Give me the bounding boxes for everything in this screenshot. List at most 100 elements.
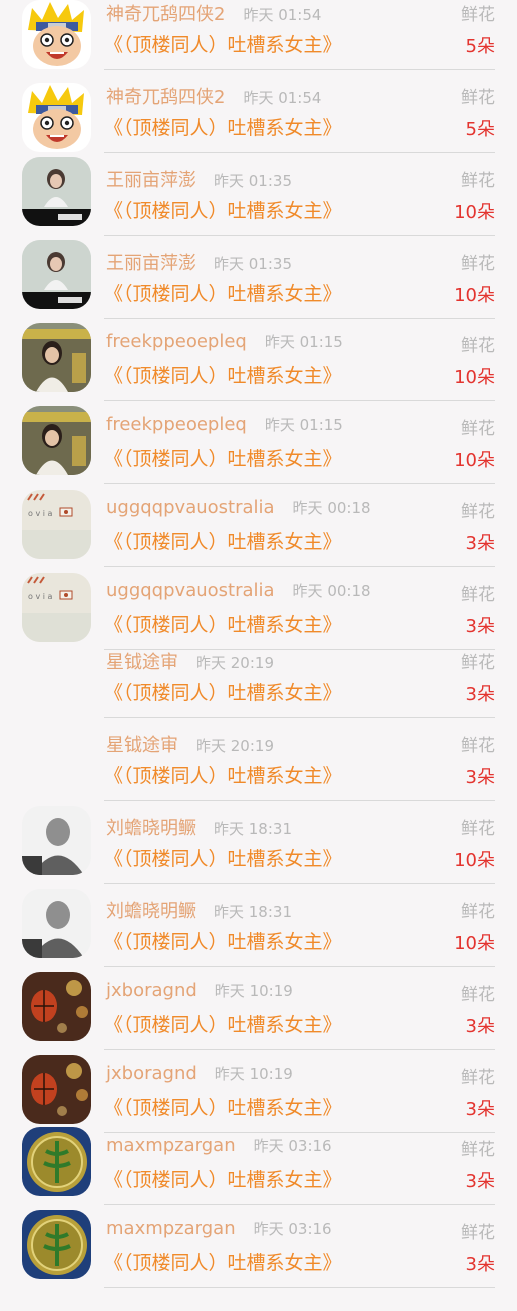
username[interactable]: uggqqpvauostralia — [106, 580, 275, 601]
gift-time: 昨天 10:19 — [214, 982, 293, 1000]
username[interactable]: uggqqpvauostralia — [106, 497, 275, 518]
book-title[interactable]: 《（顶楼同人）吐槽系女主》 — [104, 279, 342, 306]
username[interactable]: 王丽亩萍澎 — [106, 166, 196, 192]
username[interactable]: jxboragnd — [106, 980, 197, 1001]
gift-row[interactable]: 神奇兀鸹四侠2 昨天 01:54 鲜花 《（顶楼同人）吐槽系女主》 5朵 — [0, 0, 517, 93]
lanterns-avatar-icon — [22, 972, 91, 1041]
avatar[interactable]: o v i a — [22, 490, 91, 559]
divider — [104, 152, 495, 153]
avatar[interactable] — [22, 806, 91, 875]
username[interactable]: 刘蟾晓明鳜 — [106, 814, 196, 840]
gift-type: 鲜花 — [461, 419, 495, 439]
book-title[interactable]: 《（顶楼同人）吐槽系女主》 — [104, 527, 342, 554]
divider — [104, 1132, 495, 1133]
gift-type: 鲜花 — [461, 254, 495, 274]
gift-amount: 10朵 — [454, 933, 495, 954]
divider — [104, 883, 495, 884]
gift-amount: 3朵 — [465, 533, 495, 554]
gift-type: 鲜花 — [461, 1140, 495, 1160]
avatar[interactable] — [22, 240, 91, 309]
book-title[interactable]: 《（顶楼同人）吐槽系女主》 — [104, 927, 342, 954]
gift-time: 昨天 00:18 — [292, 582, 371, 600]
girl-photo-avatar-icon — [22, 240, 91, 309]
avatar[interactable]: o v i a — [22, 573, 91, 642]
username[interactable]: 星钺途审 — [106, 648, 178, 674]
gift-list: 神奇兀鸹四侠2 昨天 01:54 鲜花 《（顶楼同人）吐槽系女主》 5朵 神奇兀鸹… — [0, 0, 517, 1288]
gold-coin-avatar-icon — [22, 1210, 91, 1279]
gift-time: 昨天 01:15 — [264, 333, 343, 351]
avatar[interactable] — [22, 1210, 91, 1279]
avatar[interactable] — [22, 157, 91, 226]
divider — [104, 1287, 495, 1288]
gift-time: 昨天 01:35 — [214, 172, 292, 190]
username[interactable]: maxmpzargan — [106, 1135, 236, 1156]
gift-time: 昨天 01:54 — [243, 89, 322, 107]
gift-amount: 10朵 — [454, 850, 495, 871]
divider — [104, 717, 495, 718]
gift-type: 鲜花 — [461, 336, 495, 356]
gift-amount: 10朵 — [454, 367, 495, 388]
girl-photo-avatar-icon — [22, 157, 91, 226]
divider — [104, 483, 495, 484]
gift-amount: 10朵 — [454, 450, 495, 471]
gift-time: 昨天 20:19 — [196, 737, 274, 755]
book-title[interactable]: 《（顶楼同人）吐槽系女主》 — [104, 113, 342, 140]
avatar[interactable] — [22, 0, 91, 69]
divider — [104, 400, 495, 401]
avatar[interactable] — [22, 323, 91, 392]
book-title[interactable]: 《（顶楼同人）吐槽系女主》 — [104, 844, 342, 871]
book-title[interactable]: 《（顶楼同人）吐槽系女主》 — [104, 761, 342, 788]
gift-time: 昨天 01:15 — [264, 416, 343, 434]
avatar[interactable] — [22, 83, 91, 152]
book-title[interactable]: 《（顶楼同人）吐槽系女主》 — [104, 1248, 342, 1275]
book-title[interactable]: 《（顶楼同人）吐槽系女主》 — [104, 444, 342, 471]
username[interactable]: 刘蟾晓明鳜 — [106, 897, 196, 923]
gift-type: 鲜花 — [461, 736, 495, 756]
gift-time: 昨天 10:19 — [214, 1065, 293, 1083]
gift-type: 鲜花 — [461, 585, 495, 605]
book-title[interactable]: 《（顶楼同人）吐槽系女主》 — [104, 678, 342, 705]
woman-in-car-avatar-icon — [22, 406, 91, 475]
gift-type: 鲜花 — [461, 502, 495, 522]
gift-amount: 3朵 — [465, 616, 495, 637]
username[interactable]: freekppeoepleq — [106, 414, 247, 435]
gift-amount: 3朵 — [465, 684, 495, 705]
divider — [104, 1204, 495, 1205]
username[interactable]: maxmpzargan — [106, 1218, 236, 1239]
naruto-avatar-icon — [22, 83, 91, 152]
book-title[interactable]: 《（顶楼同人）吐槽系女主》 — [104, 610, 342, 637]
book-title[interactable]: 《（顶楼同人）吐槽系女主》 — [104, 1165, 342, 1192]
svg-text:o v i a: o v i a — [28, 592, 52, 601]
book-title[interactable]: 《（顶楼同人）吐槽系女主》 — [104, 1010, 342, 1037]
divider — [104, 235, 495, 236]
divider — [104, 1049, 495, 1050]
username[interactable]: 王丽亩萍澎 — [106, 249, 196, 275]
avatar[interactable] — [22, 1127, 91, 1196]
avatar[interactable] — [22, 1055, 91, 1124]
username[interactable]: 星钺途审 — [106, 731, 178, 757]
book-title[interactable]: 《（顶楼同人）吐槽系女主》 — [104, 30, 342, 57]
gift-time: 昨天 01:35 — [214, 255, 292, 273]
gift-row[interactable]: 星钺途审 昨天 20:19 鲜花 《（顶楼同人）吐槽系女主》 3朵 — [0, 652, 517, 741]
divider — [104, 800, 495, 801]
book-title[interactable]: 《（顶楼同人）吐槽系女主》 — [104, 361, 342, 388]
username[interactable]: 神奇兀鸹四侠2 — [106, 0, 225, 26]
avatar[interactable] — [22, 406, 91, 475]
avatar[interactable] — [22, 889, 91, 958]
book-title[interactable]: 《（顶楼同人）吐槽系女主》 — [104, 196, 342, 223]
username[interactable]: jxboragnd — [106, 1063, 197, 1084]
divider — [104, 566, 495, 567]
gift-type: 鲜花 — [461, 1223, 495, 1243]
book-title[interactable]: 《（顶楼同人）吐槽系女主》 — [104, 1093, 342, 1120]
grey-silhouette-avatar-icon — [22, 806, 91, 875]
avatar[interactable] — [22, 972, 91, 1041]
gift-type: 鲜花 — [461, 88, 495, 108]
gift-amount: 10朵 — [454, 202, 495, 223]
username[interactable]: 神奇兀鸹四侠2 — [106, 83, 225, 109]
grey-silhouette-avatar-icon — [22, 889, 91, 958]
gift-time: 昨天 00:18 — [292, 499, 371, 517]
gift-amount: 3朵 — [465, 767, 495, 788]
gift-amount: 3朵 — [465, 1254, 495, 1275]
gift-row[interactable]: maxmpzargan 昨天 03:16 鲜花 《（顶楼同人）吐槽系女主》 3朵 — [0, 1210, 517, 1311]
username[interactable]: freekppeoepleq — [106, 331, 247, 352]
